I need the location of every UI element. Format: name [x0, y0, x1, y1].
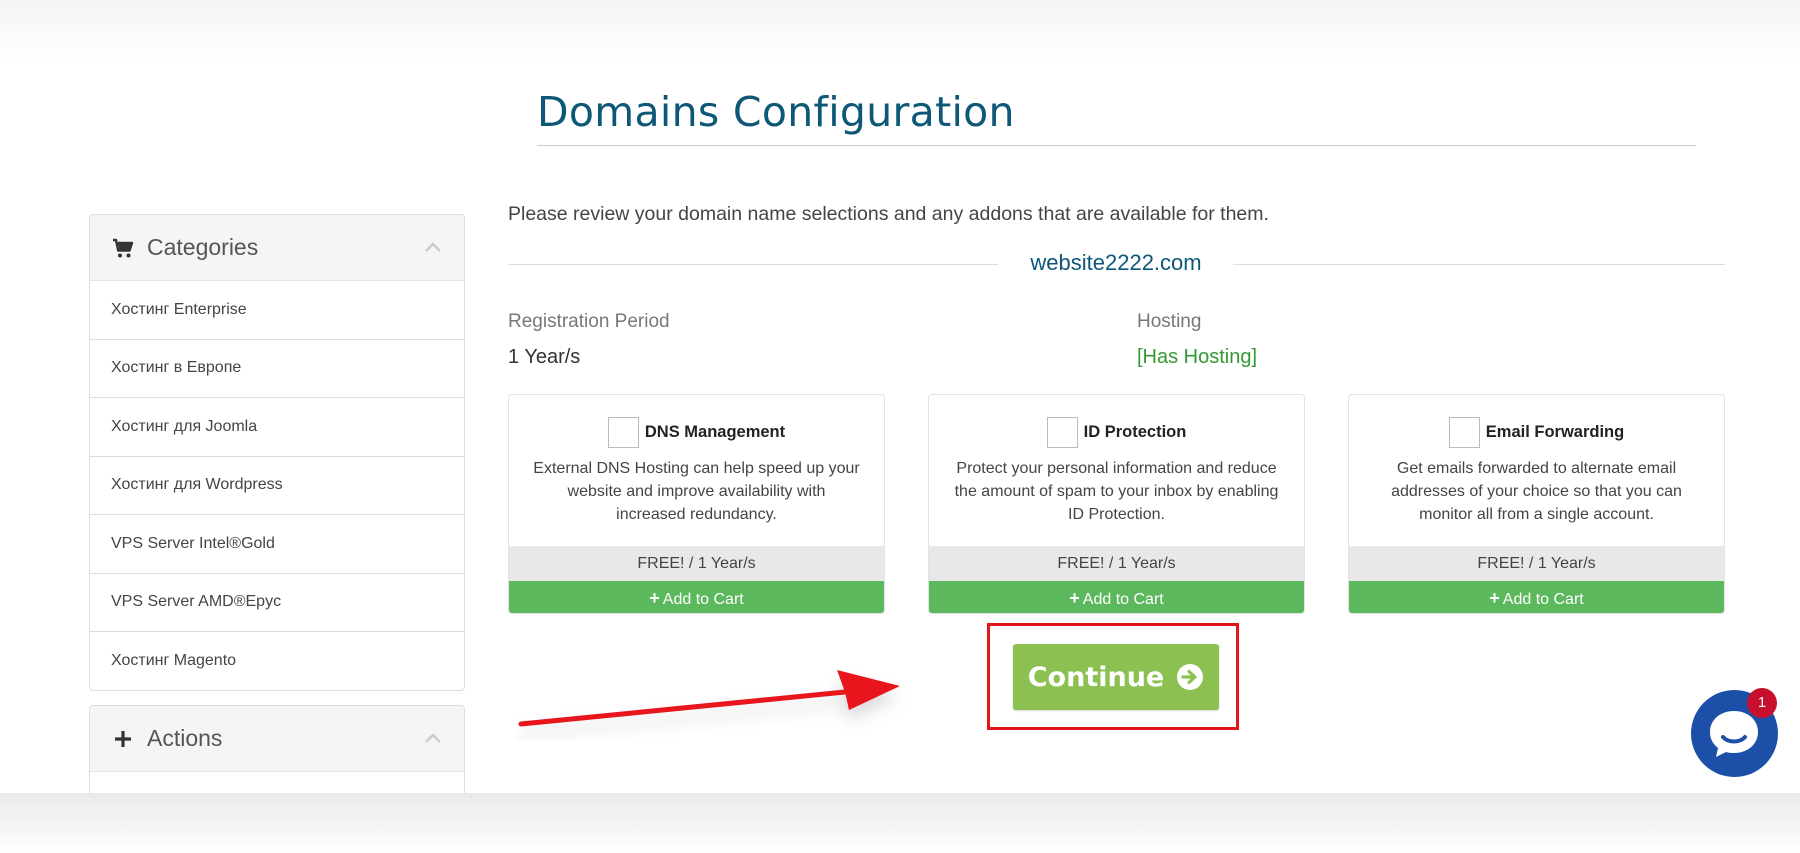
continue-button[interactable]: Continue: [1013, 644, 1219, 710]
plus-icon: +: [1489, 588, 1500, 608]
category-item-hosting-enterprise[interactable]: Хостинг Enterprise: [90, 281, 464, 340]
shopping-cart-icon: [111, 236, 135, 260]
continue-label: Continue: [1027, 661, 1165, 693]
arrow-circle-right-icon: [1177, 664, 1204, 690]
actions-title: Actions: [147, 725, 223, 751]
registration-period-label: Registration Period: [508, 311, 670, 332]
category-item-vps-intel[interactable]: VPS Server Intel®Gold: [90, 515, 464, 574]
addon-price: FREE! / 1 Year/s: [929, 546, 1304, 581]
add-to-cart-button[interactable]: + Add to Cart: [1349, 581, 1724, 613]
domain-divider-left: [508, 264, 998, 265]
addon-card-email-forwarding: Email Forwarding Get emails forwarded to…: [1348, 394, 1725, 614]
categories-title: Categories: [147, 234, 259, 260]
hosting-value: [Has Hosting]: [1137, 346, 1258, 368]
categories-panel-heading[interactable]: Categories: [90, 215, 464, 281]
addon-header: Email Forwarding: [1349, 417, 1724, 448]
addon-name[interactable]: DNS Management: [645, 423, 785, 442]
top-fade: [0, 0, 1800, 60]
chevron-up-icon[interactable]: [424, 730, 442, 748]
add-to-cart-label: Add to Cart: [1082, 591, 1164, 608]
dns-management-checkbox[interactable]: [607, 417, 639, 448]
add-to-cart-label: Add to Cart: [662, 591, 744, 608]
hosting-label: Hosting: [1137, 311, 1202, 332]
email-forwarding-checkbox[interactable]: [1448, 417, 1480, 448]
category-item-hosting-magento[interactable]: Хостинг Magento: [90, 632, 464, 690]
actions-panel-heading[interactable]: Actions: [90, 706, 464, 772]
addon-name[interactable]: ID Protection: [1084, 423, 1187, 442]
plus-icon: +: [1069, 588, 1080, 608]
addon-header: DNS Management: [509, 417, 884, 448]
category-item-vps-amd[interactable]: VPS Server AMD®Epyc: [90, 574, 464, 632]
chevron-up-icon[interactable]: [424, 239, 442, 257]
plus-icon: [111, 727, 135, 751]
domain-divider-right: [1233, 264, 1725, 265]
categories-panel: Categories Хостинг Enterprise Хостинг в …: [89, 214, 465, 691]
addon-name[interactable]: Email Forwarding: [1486, 423, 1624, 442]
addon-card-id-protection: ID Protection Protect your personal info…: [928, 394, 1305, 614]
title-divider: [537, 145, 1696, 146]
chat-notification-badge: 1: [1747, 688, 1777, 718]
annotation-arrow: [518, 670, 900, 727]
registration-period-value: 1 Year/s: [508, 346, 581, 368]
addon-description: Get emails forwarded to alternate email …: [1391, 460, 1682, 523]
addon-price: FREE! / 1 Year/s: [509, 546, 884, 581]
actions-panel: Actions: [89, 705, 465, 805]
addon-description: External DNS Hosting can help speed up y…: [533, 460, 860, 523]
category-item-hosting-joomla[interactable]: Хостинг для Joomla: [90, 398, 464, 457]
id-protection-checkbox[interactable]: [1046, 417, 1078, 448]
addon-price: FREE! / 1 Year/s: [1349, 546, 1724, 581]
add-to-cart-button[interactable]: + Add to Cart: [509, 581, 884, 613]
bottom-shadow: [0, 793, 1800, 853]
category-item-hosting-europe[interactable]: Хостинг в Европе: [90, 340, 464, 398]
domain-name: website2222.com: [1030, 250, 1202, 275]
addon-description: Protect your personal information and re…: [954, 460, 1279, 523]
category-item-hosting-wordpress[interactable]: Хостинг для Wordpress: [90, 457, 464, 515]
intro-text: Please review your domain name selection…: [508, 203, 1269, 225]
plus-icon: +: [649, 588, 660, 608]
addon-card-dns-management: DNS Management External DNS Hosting can …: [508, 394, 885, 614]
page-title: Domains Configuration: [537, 88, 1015, 136]
add-to-cart-button[interactable]: + Add to Cart: [929, 581, 1304, 613]
addon-header: ID Protection: [929, 417, 1304, 448]
add-to-cart-label: Add to Cart: [1502, 591, 1584, 608]
